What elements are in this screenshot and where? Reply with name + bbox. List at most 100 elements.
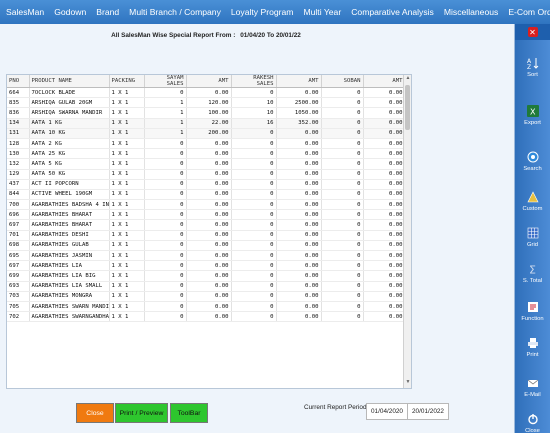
grid-icon [526,227,539,240]
report-title-range: 01/04/20 To 20/01/22 [240,32,301,39]
sidebar-function-button[interactable]: Function [515,292,550,330]
table-row[interactable]: 134 AATA 1 KG 1 X 1 1 22.00 16 352.00 0 0.00 [7,118,406,129]
table-row[interactable]: 703 AGARBATHIES MONGRA 1 X 1 0 0.00 0 0.00 0 0.0… [7,291,406,302]
table-cell: 10 [231,107,277,119]
table-row[interactable]: 705 AGARBATHIES SWARN MANDIR 1 X 1 0 0.00 0 0.… [7,301,406,313]
table-cell: 0 [144,311,187,323]
table-cell: 693 [7,281,30,292]
table-cell: 696 [7,209,30,221]
menu-item-miscellaneous[interactable]: Miscellaneous [444,7,498,17]
table-cell: 0.00 [186,138,232,150]
period-to-field[interactable]: 20/01/2022 [407,403,449,420]
table-cell: 0 [321,199,364,211]
table-row[interactable]: 700 AGARBATHIES BADSHA 4 IN 1 X 1 0 0.00 0 0.0… [7,199,406,211]
table-row[interactable]: 693 AGARBATHIES LIA SMALL 1 X 1 0 0.00 0 0.00 0… [7,281,406,292]
table-row[interactable]: 697 AGARBATHIES BHARAT 1 X 1 0 0.00 0 0.00 0 0.0… [7,219,406,231]
column-header[interactable]: PRODUCT NAME [29,75,110,88]
table-cell: 703 [7,291,30,302]
table-cell: 1 X 1 [109,230,145,241]
window-close-button[interactable]: ✕ [515,24,550,40]
sidebar-custom-button[interactable]: Custom [515,182,550,220]
sidebar-e-mail-button[interactable]: E-Mail [515,368,550,406]
table-cell: 0 [144,169,187,180]
table-cell: 0.00 [186,148,232,160]
sidebar-label: Search [523,165,542,172]
table-row[interactable]: 695 AGARBATHIES JASMIN 1 X 1 0 0.00 0 0.00 0 0.0… [7,250,406,262]
menu-item-e-com-order[interactable]: E-Com Order [508,7,550,17]
table-cell: 120.00 [186,97,232,109]
table-cell: 0.00 [276,301,322,313]
grid-vertical-scrollbar[interactable]: ▲ ▼ [403,75,411,388]
table-cell: 0 [231,311,277,323]
custom-icon [526,191,539,204]
table-row[interactable]: 664 7OCLOCK BLADE 1 X 1 0 0.00 0 0.00 0 0.00 [7,87,406,99]
svg-text:Σ: Σ [529,264,536,276]
table-cell: 0.00 [276,148,322,160]
table-cell: 0.00 [186,281,232,292]
period-from-field[interactable]: 01/04/2020 [366,403,408,420]
column-header[interactable]: PNO [7,75,30,88]
table-row[interactable]: 437 ACT II POPCORN 1 X 1 0 0.00 0 0.00 0 0.00 [7,179,406,190]
table-row[interactable]: 836 ARSHIQA SWARNA MANDIR 1 X 1 1 100.00 10 10… [7,107,406,119]
table-cell: 0.00 [186,189,232,201]
column-header[interactable]: AMT [186,75,232,88]
scroll-thumb[interactable] [405,85,410,130]
table-row[interactable]: 844 ACTIVE WHEEL 190GM 1 X 1 0 0.00 0 0.00 0 0.0… [7,189,406,201]
menu-item-loyalty-program[interactable]: Loyalty Program [231,7,294,17]
column-header[interactable]: SOBAN [321,75,364,88]
table-cell: 0.00 [276,270,322,282]
menu-item-brand[interactable]: Brand [96,7,119,17]
table-cell: 0 [231,199,277,211]
menu-item-godown[interactable]: Godown [54,7,86,17]
column-header[interactable]: RAKESH SALES [231,75,277,88]
report-grid[interactable]: PNO PRODUCT NAME PACKING SAYAM SALES AMT RAKE… [6,74,412,389]
table-cell: 1050.00 [276,107,322,119]
scroll-up-arrow-icon[interactable]: ▲ [404,75,411,84]
sidebar-sort-button[interactable]: A Z Sort [515,48,550,86]
table-row[interactable]: 696 AGARBATHIES BHARAT 1 X 1 0 0.00 0 0.00 0 0.0… [7,209,406,221]
print-preview-button[interactable]: Print / Preview [115,403,168,423]
table-cell: AGARBATHIES LIA SMALL [29,281,110,292]
table-cell: 0 [231,301,277,313]
menu-item-salesman[interactable]: SalesMan [6,7,44,17]
table-cell: 1 X 1 [109,311,145,323]
menu-item-multi-year[interactable]: Multi Year [303,7,341,17]
close-button[interactable]: Close [76,403,114,423]
table-row[interactable]: 699 AGARBATHIES LIA BIG 1 X 1 0 0.00 0 0.00 0 0.… [7,270,406,282]
sidebar-export-button[interactable]: X Export [515,96,550,134]
menu-item-multi-branch-company[interactable]: Multi Branch / Company [129,7,221,17]
sidebar-search-button[interactable]: Search [515,142,550,180]
sidebar-grid-button[interactable]: Grid [515,218,550,256]
table-cell: 0 [231,230,277,241]
column-header[interactable]: SAYAM SALES [144,75,187,88]
table-cell: 699 [7,270,30,282]
column-header[interactable]: AMT [363,75,406,88]
table-cell: 0.00 [363,107,406,119]
column-header[interactable]: PACKING [109,75,145,88]
table-row[interactable]: 129 AATA 50 KG 1 X 1 0 0.00 0 0.00 0 0.00 [7,169,406,180]
table-row[interactable]: 701 AGARBATHIES DESHI 1 X 1 0 0.00 0 0.00 0 0.00 [7,230,406,241]
table-row[interactable]: 132 AATA 5 KG 1 X 1 0 0.00 0 0.00 0 0.00 [7,158,406,170]
table-row[interactable]: 697 AGARBATHIES LIA 1 X 1 0 0.00 0 0.00 0 0.00 [7,260,406,272]
menu-item-comparative-analysis[interactable]: Comparative Analysis [351,7,434,17]
sidebar-print-button[interactable]: Print [515,328,550,366]
table-cell: 1 X 1 [109,118,145,129]
scroll-down-arrow-icon[interactable]: ▼ [404,379,411,388]
table-row[interactable]: 698 AGARBATHIES GULAB 1 X 1 0 0.00 0 0.00 0 0.00 [7,240,406,252]
table-cell: 10 [231,97,277,109]
table-cell: AGARBATHIES BHARAT [29,219,110,231]
sidebar-s-total-button[interactable]: Σ S. Total [515,254,550,292]
table-row[interactable]: 128 AATA 2 KG 1 X 1 0 0.00 0 0.00 0 0.00 [7,138,406,150]
table-row[interactable]: 835 ARSHIQA GULAB 20GM 1 X 1 1 120.00 10 2500.… [7,97,406,109]
sidebar-close-button[interactable]: Close [515,404,550,433]
table-cell: 0 [144,240,187,252]
table-cell: 130 [7,148,30,160]
column-header[interactable]: AMT [276,75,322,88]
table-row[interactable]: 130 AATA 25 KG 1 X 1 0 0.00 0 0.00 0 0.00 [7,148,406,160]
table-cell: 0 [321,270,364,282]
table-cell: 0 [321,230,364,241]
table-row[interactable]: 131 AATA 10 KG 1 X 1 1 200.00 0 0.00 0 0.00 [7,128,406,139]
table-row[interactable]: 702 AGARBATHIES SWARNGANDHA 1 X 1 0 0.00 0 0.0… [7,311,406,323]
table-cell: 0.00 [186,179,232,190]
toolbar-button[interactable]: ToolBar [170,403,208,423]
